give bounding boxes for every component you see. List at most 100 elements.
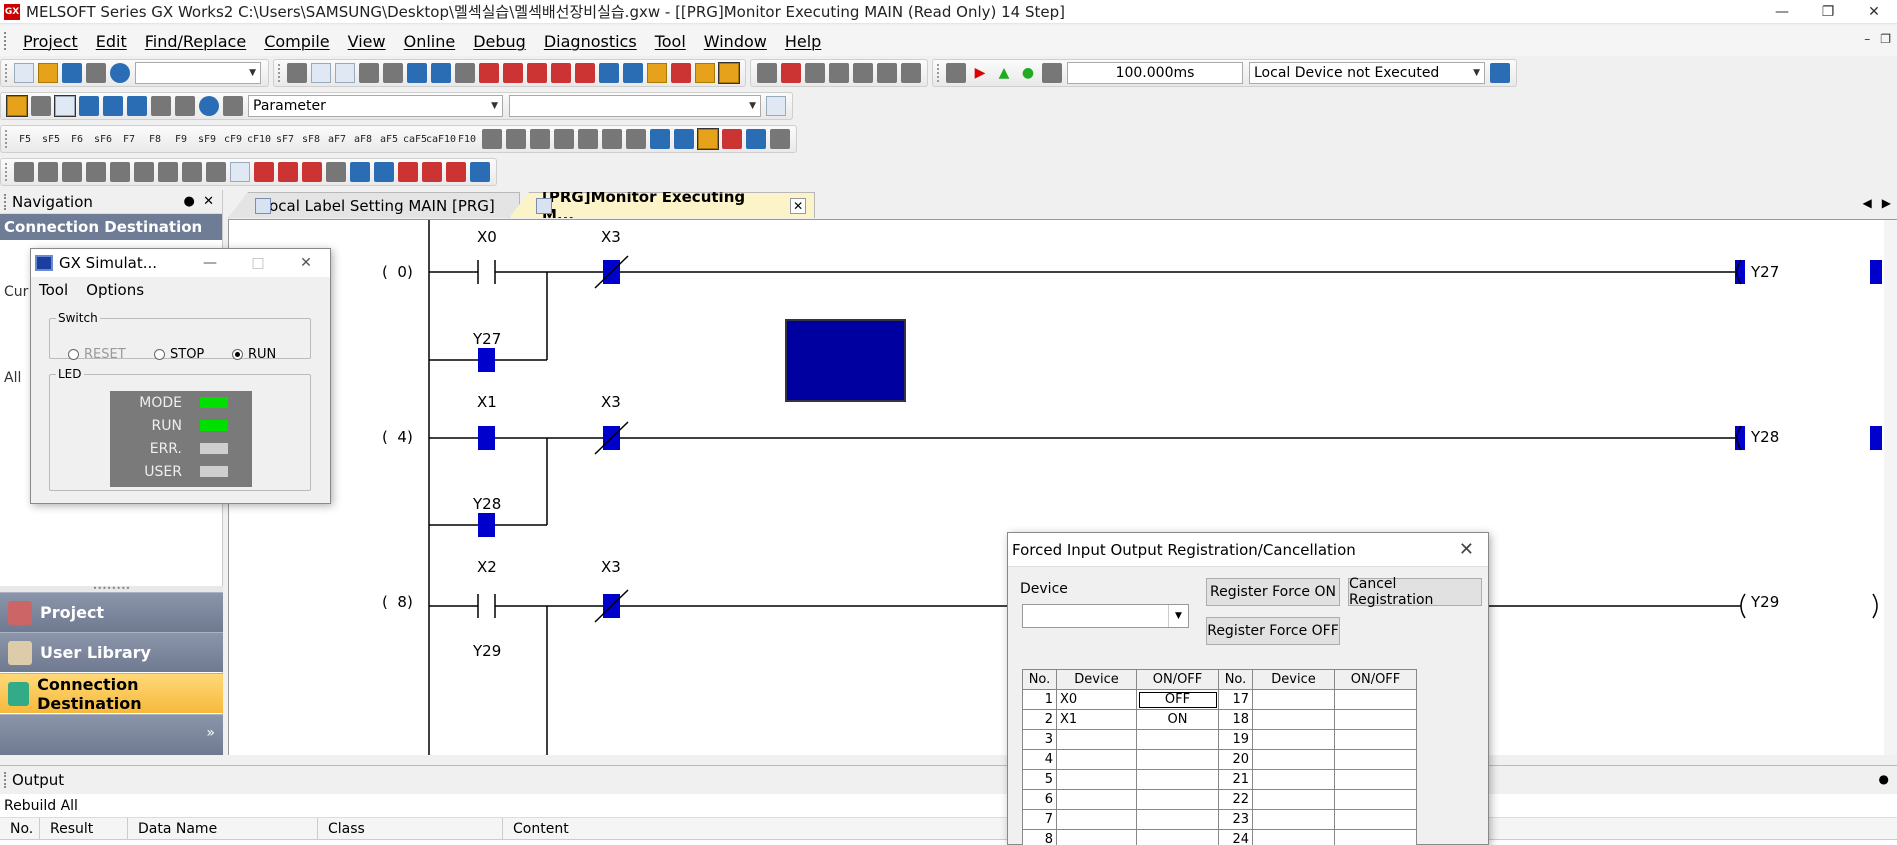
mdi-restore-icon[interactable]: ❐	[1880, 32, 1891, 46]
module-monitor-2-icon[interactable]	[134, 162, 154, 182]
tab-scroll-left-icon[interactable]: ◀	[1863, 196, 1872, 210]
table-row[interactable]: 5 21	[1022, 769, 1417, 790]
ladder-monitor-3-icon[interactable]	[62, 162, 82, 182]
hline-key[interactable]: F9	[170, 129, 192, 149]
help-icon[interactable]	[110, 63, 130, 83]
eye-icon[interactable]	[151, 96, 171, 116]
zoom-icon[interactable]	[602, 129, 622, 149]
output-col-no[interactable]: No.	[0, 818, 40, 839]
force-2-icon[interactable]	[278, 162, 298, 182]
switch-reset-radio[interactable]: RESET	[68, 347, 126, 362]
line-draw-key[interactable]: F10	[456, 129, 478, 149]
register-force-off-button[interactable]: Register Force OFF	[1206, 617, 1340, 645]
convert-icon[interactable]	[554, 129, 574, 149]
read-icon[interactable]	[503, 63, 523, 83]
tab-local-label-setting[interactable]: Local Label Setting MAIN [PRG]	[228, 192, 520, 218]
ladder-edit-icon[interactable]	[757, 63, 777, 83]
print-icon[interactable]	[86, 63, 106, 83]
copy-icon[interactable]	[311, 63, 331, 83]
dev-list-icon[interactable]	[103, 96, 123, 116]
monitor-stop-icon[interactable]	[551, 63, 571, 83]
simulator-menu-tool[interactable]: Tool	[31, 281, 78, 299]
buffer-icon[interactable]	[158, 162, 178, 182]
program-icon[interactable]	[407, 63, 427, 83]
close-button[interactable]: ✕	[1851, 0, 1897, 24]
settings-icon[interactable]	[1490, 63, 1510, 83]
table-row[interactable]: 4 20	[1022, 749, 1417, 770]
simulation-icon[interactable]	[695, 63, 715, 83]
module-monitor-icon[interactable]	[110, 162, 130, 182]
contact-nc-parallel-key[interactable]: sF6	[92, 129, 114, 149]
device-batch-icon[interactable]	[623, 63, 643, 83]
minimize-button[interactable]: —	[1759, 0, 1805, 24]
new-icon[interactable]	[14, 63, 34, 83]
output-col-data-name[interactable]: Data Name	[128, 818, 318, 839]
rising-key[interactable]: sF7	[274, 129, 296, 149]
sort-icon[interactable]	[326, 162, 346, 182]
menu-tool[interactable]: Tool	[646, 32, 695, 51]
falling-key[interactable]: sF8	[300, 129, 322, 149]
menu-help[interactable]: Help	[776, 32, 830, 51]
jump-icon[interactable]	[766, 96, 786, 116]
switch-run-radio[interactable]: RUN	[232, 347, 276, 362]
menu-debug[interactable]: Debug	[464, 32, 535, 51]
switch-stop-radio[interactable]: STOP	[154, 347, 204, 362]
register-force-on-button[interactable]: Register Force ON	[1206, 578, 1340, 606]
verify-icon[interactable]	[455, 63, 475, 83]
table-row[interactable]: 8 24	[1022, 829, 1417, 845]
dev-icon[interactable]	[79, 96, 99, 116]
cross-ref-icon[interactable]	[722, 129, 742, 149]
more-chevron-icon[interactable]: »	[206, 725, 215, 741]
device-status-select[interactable]: Local Device not Executed ▼	[1249, 62, 1485, 84]
menu-online[interactable]: Online	[395, 32, 465, 51]
tool-icon[interactable]	[175, 96, 195, 116]
debug-icon[interactable]	[671, 63, 691, 83]
table-row[interactable]: 3 19	[1022, 729, 1417, 750]
operation-rising-key[interactable]: caF5	[403, 129, 427, 149]
contact-nc-key[interactable]: F6	[66, 129, 88, 149]
table-row[interactable]: 1 X0 OFF 17	[1022, 689, 1417, 710]
output-col-class[interactable]: Class	[318, 818, 503, 839]
secondary-select[interactable]: ▼	[509, 95, 761, 117]
magnify-icon[interactable]	[770, 129, 790, 149]
output-col-result[interactable]: Result	[40, 818, 128, 839]
toolbar-combo[interactable]: ▼	[135, 62, 261, 84]
instruction-key[interactable]: F8	[144, 129, 166, 149]
device-icon[interactable]	[599, 63, 619, 83]
skip-icon[interactable]	[805, 63, 825, 83]
template-icon[interactable]	[626, 129, 646, 149]
dev-comment-edit-icon[interactable]	[674, 129, 694, 149]
stop-icon[interactable]: ●	[1018, 63, 1038, 83]
navigation-controls[interactable]: ● ✕	[183, 194, 214, 209]
watch-icon[interactable]	[647, 63, 667, 83]
line-edit-icon[interactable]	[578, 129, 598, 149]
step-icon[interactable]	[781, 63, 801, 83]
simulator-menu-options[interactable]: Options	[78, 281, 154, 299]
forced-io-close-icon[interactable]: ✕	[1459, 539, 1474, 560]
delete-hline-key[interactable]: cF9	[222, 129, 244, 149]
note-icon[interactable]	[530, 129, 550, 149]
table-row[interactable]: 2 X1 ON 18	[1022, 709, 1417, 730]
open-icon[interactable]	[38, 63, 58, 83]
check-2-icon[interactable]	[422, 162, 442, 182]
parameter-select[interactable]: Parameter ▼	[248, 95, 503, 117]
mdi-minimize-icon[interactable]: –	[1864, 32, 1870, 46]
dev-batch-icon[interactable]	[127, 96, 147, 116]
simulation-active-icon[interactable]	[718, 62, 740, 84]
nav-button-user-library[interactable]: User Library	[0, 632, 223, 672]
menu-window[interactable]: Window	[695, 32, 776, 51]
operation-falling-key[interactable]: caF10	[426, 129, 456, 149]
buffer-2-icon[interactable]	[182, 162, 202, 182]
plc-icon[interactable]	[946, 63, 966, 83]
table-row[interactable]: 6 22	[1022, 789, 1417, 810]
partial-icon[interactable]	[829, 63, 849, 83]
comment-icon[interactable]	[482, 129, 502, 149]
ladder-monitor-icon[interactable]	[14, 162, 34, 182]
vline-key[interactable]: sF9	[196, 129, 218, 149]
table-row[interactable]: 7 23	[1022, 809, 1417, 830]
form-icon[interactable]	[230, 162, 250, 182]
batch-monitor-icon[interactable]	[575, 63, 595, 83]
output-col-content[interactable]: Content	[503, 818, 803, 839]
cut-icon[interactable]	[287, 63, 307, 83]
monitor-icon[interactable]	[527, 63, 547, 83]
